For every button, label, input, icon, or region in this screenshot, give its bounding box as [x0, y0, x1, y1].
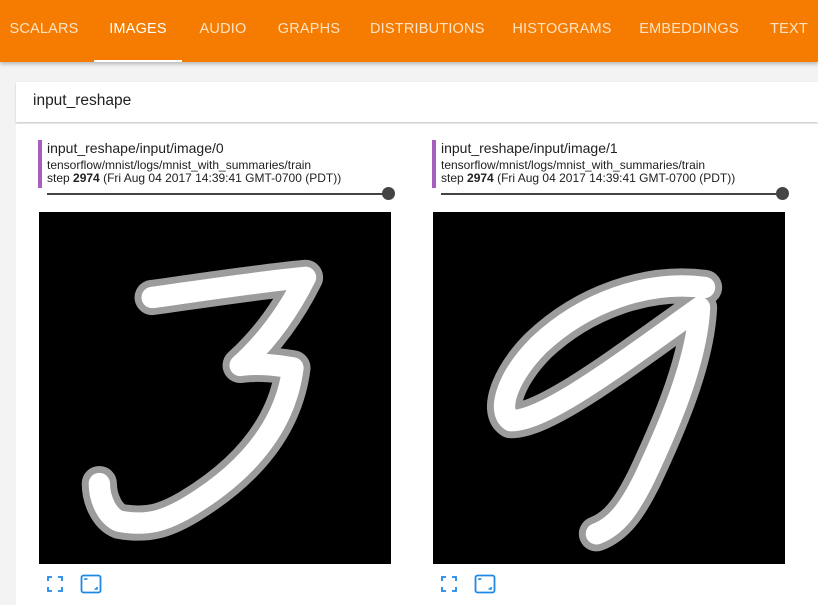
card-run-name: tensorflow/mnist/logs/mnist_with_summari…: [47, 158, 312, 172]
tab-label: TEXT: [770, 21, 808, 37]
step-slider-track[interactable]: [47, 193, 389, 195]
handwritten-digit-3-image: [39, 212, 391, 564]
group-header-input-reshape[interactable]: input_reshape: [16, 82, 818, 122]
step-value: 2974: [73, 171, 100, 185]
run-color-bar: [38, 140, 42, 188]
image-card: input_reshape/input/image/0 tensorflow/m…: [38, 138, 395, 603]
tab-label: SCALARS: [9, 21, 79, 37]
actual-size-svg: [474, 574, 496, 594]
tab-scalars[interactable]: SCALARS: [0, 0, 88, 62]
tab-label: HISTOGRAMS: [512, 21, 612, 37]
tab-label: IMAGES: [109, 21, 167, 37]
tab-images[interactable]: IMAGES: [94, 0, 182, 62]
active-tab-indicator: [94, 60, 182, 62]
actual-size-svg: [80, 574, 102, 594]
step-label: step: [47, 171, 70, 185]
tab-label: DISTRIBUTIONS: [370, 21, 485, 37]
card-title: input_reshape/input/image/0: [47, 140, 224, 156]
group-title: input_reshape: [33, 92, 132, 109]
top-nav-bar: SCALARS IMAGES AUDIO GRAPHS DISTRIBUTION…: [0, 0, 818, 62]
tab-graphs[interactable]: GRAPHS: [273, 0, 345, 62]
digit-3-svg: [39, 212, 391, 564]
actual-size-icon[interactable]: [473, 572, 497, 596]
fullscreen-svg: [441, 576, 457, 592]
tab-audio[interactable]: AUDIO: [196, 0, 250, 62]
step-slider-knob[interactable]: [382, 187, 395, 200]
fullscreen-svg: [47, 576, 63, 592]
card-step-info: step 2974 (Fri Aug 04 2017 14:39:41 GMT-…: [441, 171, 735, 185]
card-run-name: tensorflow/mnist/logs/mnist_with_summari…: [441, 158, 706, 172]
step-slider-knob[interactable]: [776, 187, 789, 200]
card-title: input_reshape/input/image/1: [441, 140, 618, 156]
step-timestamp: (Fri Aug 04 2017 14:39:41 GMT-0700 (PDT)…: [103, 171, 342, 185]
fullscreen-icon[interactable]: [437, 572, 461, 596]
tab-label: GRAPHS: [277, 21, 341, 37]
digit-9-svg: [433, 212, 785, 564]
step-timestamp: (Fri Aug 04 2017 14:39:41 GMT-0700 (PDT)…: [497, 171, 736, 185]
image-card: input_reshape/input/image/1 tensorflow/m…: [432, 138, 789, 603]
run-color-bar: [432, 140, 436, 188]
step-value: 2974: [467, 171, 494, 185]
tab-text[interactable]: TEXT: [765, 0, 813, 62]
card-step-info: step 2974 (Fri Aug 04 2017 14:39:41 GMT-…: [47, 171, 341, 185]
tab-distributions[interactable]: DISTRIBUTIONS: [370, 0, 484, 62]
tab-histograms[interactable]: HISTOGRAMS: [510, 0, 614, 62]
step-label: step: [441, 171, 464, 185]
fullscreen-icon[interactable]: [43, 572, 67, 596]
step-slider-track[interactable]: [441, 193, 783, 195]
tab-label: EMBEDDINGS: [639, 21, 739, 37]
actual-size-icon[interactable]: [79, 572, 103, 596]
handwritten-digit-9-image: [433, 212, 785, 564]
tab-embeddings[interactable]: EMBEDDINGS: [638, 0, 740, 62]
tensorboard-window: SCALARS IMAGES AUDIO GRAPHS DISTRIBUTION…: [0, 0, 818, 605]
tab-label: AUDIO: [199, 21, 247, 37]
